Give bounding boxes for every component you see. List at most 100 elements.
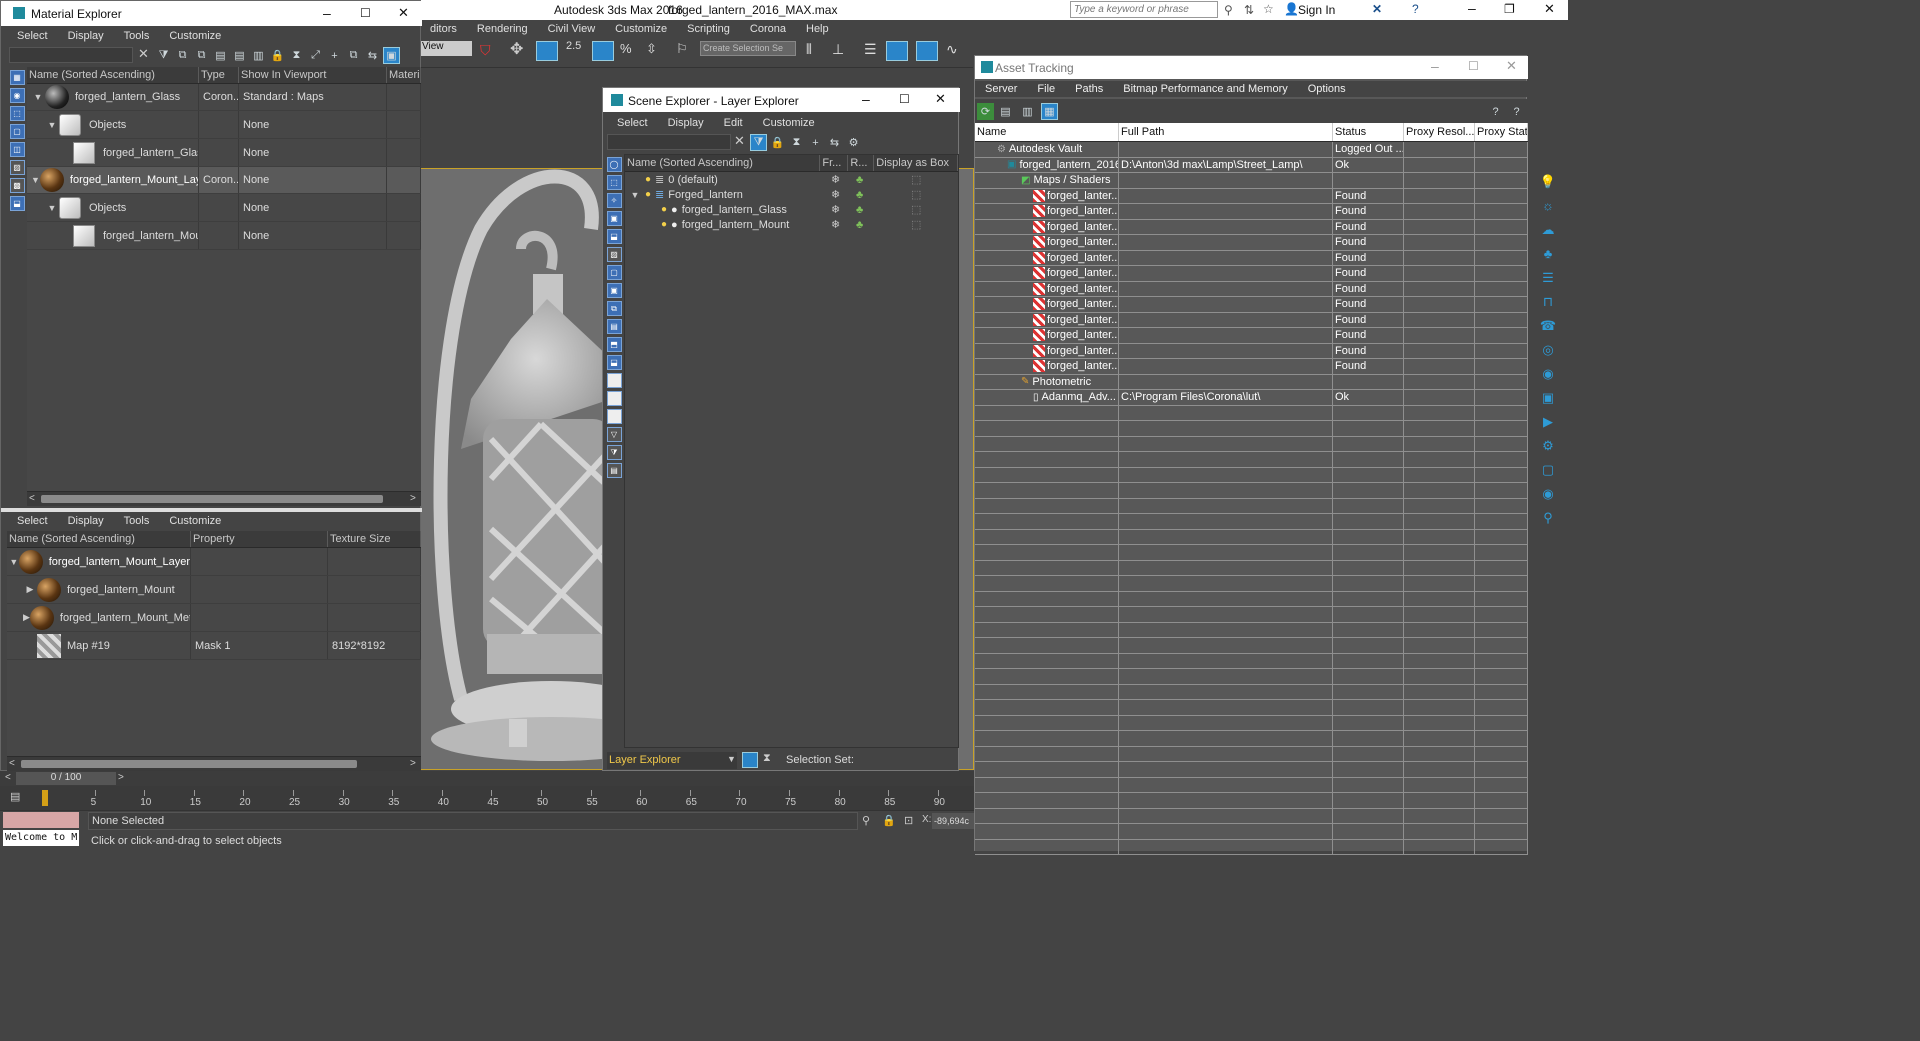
material-explorer-menu-item[interactable]: Customize [159, 30, 231, 42]
asset-row-map[interactable]: forged_lanter... Found [975, 328, 1528, 344]
options-icon[interactable]: ▣ [383, 47, 400, 64]
layer-manager-icon[interactable]: ☰ [864, 41, 877, 58]
add-icon[interactable]: ⤢ [307, 47, 324, 64]
minimize-button[interactable]: – [862, 91, 870, 107]
selection-lock-icon[interactable]: 🔒 [882, 814, 896, 827]
tree-row[interactable]: ▼ forged_lantern_Glass Coron... Standard … [27, 84, 421, 111]
collapse-icon[interactable]: ▼ [45, 203, 59, 213]
asset-row-empty[interactable] [975, 669, 1528, 685]
filter-funnel-icon[interactable]: ▽ [606, 427, 622, 442]
list-icon[interactable]: ☰ [1539, 270, 1557, 288]
display-geometry-icon[interactable]: ◯ [606, 157, 622, 172]
binoculars-icon[interactable]: ⚲ [1224, 3, 1233, 17]
col-proxy-resolution[interactable]: Proxy Resol... [1404, 123, 1475, 141]
percent-snap-icon[interactable]: % [620, 41, 632, 56]
display-groups-icon[interactable]: ▩ [9, 178, 25, 193]
col-type[interactable]: Type [199, 67, 239, 83]
col-name[interactable]: Name (Sorted Ascending) [27, 67, 199, 83]
asset-row-empty[interactable] [975, 808, 1528, 824]
scene-explorer-menu-item[interactable]: Select [607, 117, 658, 129]
asset-row-map[interactable]: forged_lanter... Found [975, 188, 1528, 204]
clear-filter-icon[interactable]: ✕ [734, 133, 745, 149]
close-button[interactable]: ✕ [1544, 1, 1555, 17]
minimize-button[interactable]: – [323, 5, 331, 21]
collapse-icon[interactable]: ▼ [9, 557, 19, 567]
material-explorer-menu-item[interactable]: Select [7, 30, 58, 42]
object-filter-icon[interactable]: ▤ [606, 463, 622, 478]
display-cameras-icon[interactable]: ▣ [606, 211, 622, 226]
col-texture-size[interactable]: Texture Size [328, 531, 421, 547]
play-icon[interactable]: ▶ [1539, 414, 1557, 432]
render-teapot-icon[interactable]: ♣ [856, 219, 863, 231]
asset-row-empty[interactable] [975, 545, 1528, 561]
prev-frame-icon[interactable]: < [5, 772, 11, 783]
curve-editor-icon[interactable]: ∿ [946, 41, 958, 58]
display-maps-icon[interactable]: ▤ [212, 47, 229, 64]
col-name[interactable]: Name [975, 123, 1119, 141]
display-frozen-icon[interactable]: ⬒ [606, 337, 622, 352]
asset-row-empty[interactable] [975, 514, 1528, 530]
display-warps-icon[interactable]: ▨ [606, 247, 622, 262]
plus-icon[interactable]: + [326, 47, 343, 64]
search-input[interactable]: Type a keyword or phrase [1070, 1, 1218, 18]
display-containers-icon[interactable]: ▤ [606, 319, 622, 334]
ribbon-icon[interactable] [916, 41, 938, 61]
light-bulb-icon[interactable]: 💡 [1539, 174, 1557, 192]
scroll-thumb[interactable] [21, 760, 357, 768]
clear-filter-icon[interactable]: ✕ [138, 46, 149, 62]
asset-tracking-menu-item[interactable]: Bitmap Performance and Memory [1113, 83, 1297, 95]
align-icon[interactable]: ⊥ [832, 41, 844, 58]
col-render[interactable]: R... [848, 155, 875, 171]
freeze-snowflake-icon[interactable]: ❄ [831, 188, 840, 201]
table-view-icon[interactable]: ▦ [1041, 103, 1058, 120]
collapse-icon[interactable]: ▼ [31, 92, 45, 102]
asset-row-empty[interactable] [975, 684, 1528, 700]
asset-row-empty[interactable] [975, 715, 1528, 731]
hierarchy-icon[interactable]: ⧗ [788, 134, 805, 151]
scene-explorer-menu-item[interactable]: Display [658, 117, 714, 129]
list-view-icon[interactable]: ▤ [997, 103, 1014, 120]
material-explorer-menu-item[interactable]: Display [58, 30, 114, 42]
maxscript-listener[interactable]: Welcome to M [3, 830, 79, 846]
layer-row[interactable]: ● ● forged_lantern_Mount ❄ ♣ ⬚ [625, 217, 958, 232]
window-icon[interactable]: ▣ [1539, 390, 1557, 408]
transform-mode-icon[interactable]: ⊡ [904, 814, 913, 827]
asset-row-group[interactable]: ✎ Photometric [975, 374, 1528, 390]
asset-row-empty[interactable] [975, 622, 1528, 638]
light-bulb-icon[interactable]: ● [645, 189, 651, 200]
tree-row[interactable]: ▼ Objects None [27, 111, 421, 139]
viewport-dropdown[interactable]: View [420, 41, 472, 56]
asset-row-map[interactable]: forged_lanter... Found [975, 250, 1528, 266]
asset-row-empty[interactable] [975, 777, 1528, 793]
render-teapot-icon[interactable]: ♣ [856, 189, 863, 201]
asset-tracking-menu-item[interactable]: File [1027, 83, 1065, 95]
asset-row-empty[interactable] [975, 653, 1528, 669]
asset-row-empty[interactable] [975, 793, 1528, 809]
star-icon[interactable]: ☆ [1263, 2, 1274, 16]
asset-row-map[interactable]: forged_lanter... Found [975, 235, 1528, 251]
display-all-icon[interactable] [606, 373, 622, 388]
col-show[interactable]: Show In Viewport [239, 67, 387, 83]
sky-icon[interactable]: ☁ [1539, 222, 1557, 240]
material-explorer-menu-item[interactable]: Tools [114, 30, 160, 42]
tree-row[interactable]: ▼ Objects None [27, 194, 421, 222]
display-box-icon[interactable]: ⬚ [911, 188, 921, 201]
chevron-down-icon[interactable]: ▼ [727, 754, 736, 764]
asset-row-group[interactable]: ◩ Maps / Shaders [975, 173, 1528, 189]
add-layer-icon[interactable]: + [807, 134, 824, 151]
layer-filter-icon[interactable]: ⧩ [606, 445, 622, 460]
frame-icon[interactable]: ▢ [1539, 462, 1557, 480]
tree-row-selected[interactable]: ▼ forged_lantern_Mount_Layer Coron... Non… [27, 167, 421, 194]
main-menu-item[interactable]: Civil View [538, 23, 605, 35]
scroll-left-icon[interactable]: < [9, 758, 15, 769]
col-freeze[interactable]: Fr... [820, 155, 849, 171]
minimize-button[interactable]: – [1468, 0, 1476, 16]
asset-row-vault[interactable]: ⚙ Autodesk Vault Logged Out ... [975, 142, 1528, 158]
main-menu-item[interactable]: Help [796, 23, 839, 35]
properties-row[interactable]: ▶ forged_lantern_Mount [7, 576, 421, 604]
explorer-type-dropdown[interactable]: Layer Explorer [607, 752, 737, 769]
scene-explorer-icon[interactable] [886, 41, 908, 61]
expand-icon[interactable]: ▶ [23, 612, 30, 623]
x-close-icon[interactable]: ✕ [1372, 2, 1382, 16]
hierarchy-icon[interactable]: ⧗ [288, 47, 305, 64]
